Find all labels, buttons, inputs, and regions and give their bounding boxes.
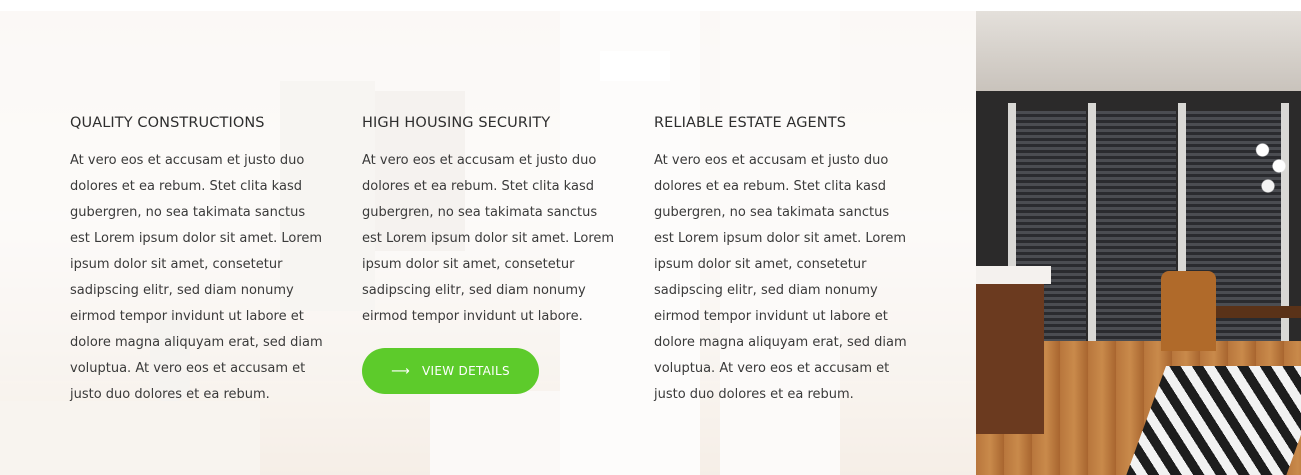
interior-photo	[976, 11, 1301, 475]
feature-title: HIGH HOUSING SECURITY	[362, 115, 551, 131]
photo-chandelier	[1246, 126, 1301, 206]
feature-title: QUALITY CONSTRUCTIONS	[70, 115, 265, 131]
feature-description: At vero eos et accusam et justo duo dolo…	[70, 153, 323, 402]
feature-description: At vero eos et accusam et justo duo dolo…	[362, 153, 615, 324]
feature-title: RELIABLE ESTATE AGENTS	[654, 115, 846, 131]
photo-dining-table	[1216, 306, 1301, 318]
features-section: QUALITY CONSTRUCTIONS At vero eos et acc…	[0, 11, 1301, 475]
arrow-right-icon: ⟶	[391, 363, 411, 379]
photo-chair	[1161, 271, 1216, 351]
photo-counter	[976, 266, 1051, 284]
feature-description: At vero eos et accusam et justo duo dolo…	[654, 153, 907, 402]
photo-ceiling	[976, 11, 1301, 91]
photo-cabinet	[976, 284, 1044, 434]
view-details-label: VIEW DETAILS	[422, 364, 510, 378]
view-details-button[interactable]: ⟶ VIEW DETAILS	[362, 348, 539, 394]
photo-window-frame	[1088, 103, 1096, 351]
